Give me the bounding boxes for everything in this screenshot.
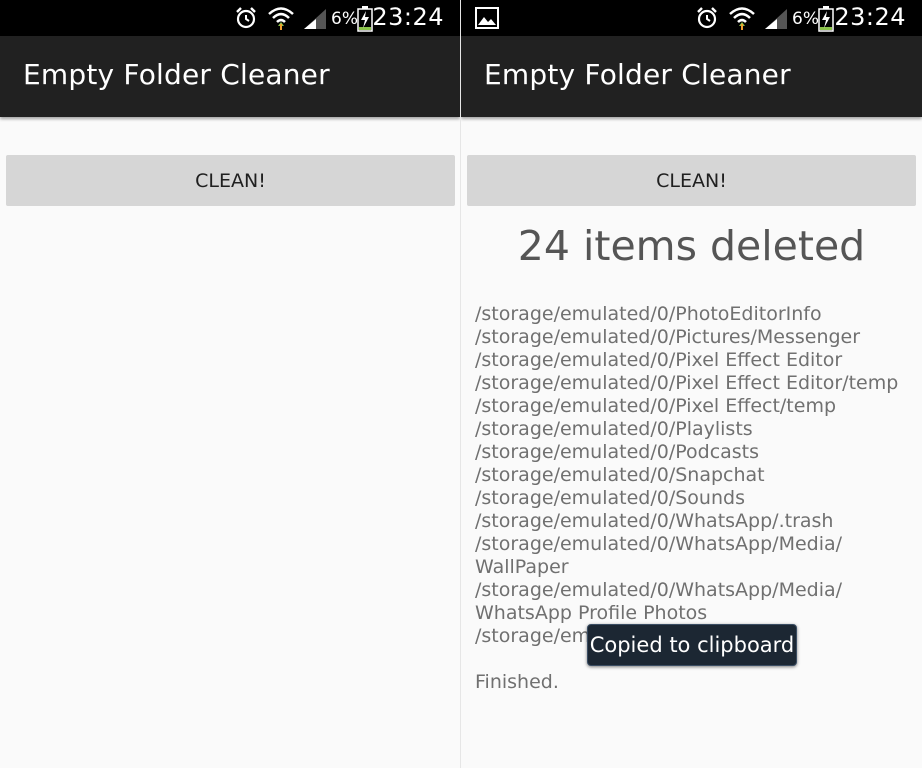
wifi-icon	[268, 7, 294, 30]
clock: 23:24	[834, 3, 906, 31]
app-title: Empty Folder Cleaner	[484, 58, 791, 91]
alarm-icon	[236, 7, 256, 29]
action-bar: Empty Folder Cleaner	[0, 36, 460, 117]
finished-text: Finished.	[475, 671, 559, 693]
clock: 23:24	[372, 3, 444, 31]
log-line: /storage/emulated/0/Snapchat	[475, 464, 765, 486]
battery-percent: 6%	[331, 9, 358, 29]
log-line: /storage/emulated/0/Podcasts	[475, 441, 760, 463]
app-title: Empty Folder Cleaner	[23, 58, 330, 91]
log-line: /storage/emulated/0/WhatsApp/.trash	[475, 510, 834, 532]
log-line: /storage/emulated/0/WhatsApp/Media/	[475, 579, 843, 601]
log-line: /storage/emulated/0/Pixel Effect Editor	[475, 349, 843, 371]
battery-percent: 6%	[792, 9, 819, 29]
log-line: /storage/emulated/0/PhotoEditorInfo	[475, 303, 822, 325]
deleted-count-heading: 24 items deleted	[517, 222, 866, 270]
log-line: /storage/emulated/0/Sounds	[475, 487, 745, 509]
battery-charging-icon	[818, 6, 834, 32]
left-screen: 6% 23:24 Empty Folder Cleaner CLEAN!	[0, 0, 460, 768]
status-bar: 6% 23:24	[0, 0, 460, 36]
log-line: /storage/emulated/0/Playlists	[475, 418, 753, 440]
alarm-icon	[697, 7, 717, 29]
signal-icon	[765, 9, 787, 29]
battery-charging-icon	[357, 6, 373, 32]
action-bar: Empty Folder Cleaner	[461, 36, 922, 117]
clean-button[interactable]: CLEAN!	[6, 155, 455, 206]
log-line: WhatsApp Profile Photos	[475, 602, 708, 624]
log-line: /storage/emulated/0/Pictures/Messenger	[475, 326, 861, 348]
signal-icon	[304, 9, 326, 29]
log-line: /storage/emulated/0/WhatsApp/Media/	[475, 533, 843, 555]
clean-button[interactable]: CLEAN!	[467, 155, 916, 206]
log-line: WallPaper	[475, 556, 569, 578]
log-line: /storage/emulated/0/Pixel Effect Editor/…	[475, 372, 899, 394]
log-line: /storage/emulated/0/Pixel Effect/temp	[475, 395, 837, 417]
copied-toast: Copied to clipboard	[587, 624, 797, 666]
wifi-icon	[729, 7, 755, 30]
right-screen: 6% 23:24 Empty Folder Cleaner CLEAN! 24 …	[461, 0, 922, 768]
status-bar: 6% 23:24	[461, 0, 922, 36]
image-notification-icon	[475, 7, 499, 29]
